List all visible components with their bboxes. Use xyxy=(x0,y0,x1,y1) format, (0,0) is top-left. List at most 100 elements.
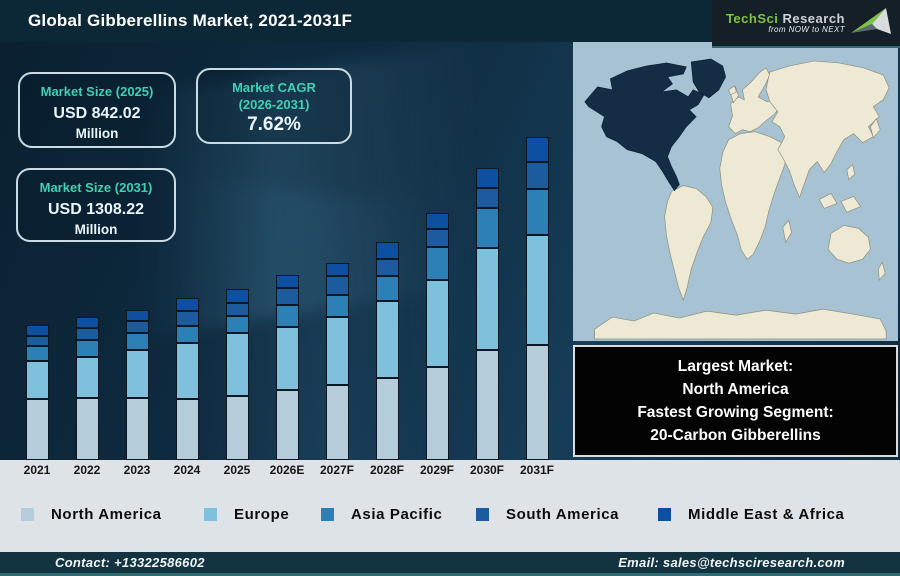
legend-label: North America xyxy=(51,506,162,523)
bar-segment-asia-pacific-2021 xyxy=(25,346,49,361)
bar-2026E xyxy=(275,275,299,460)
bar-2028F xyxy=(375,242,399,460)
bar-2029F xyxy=(425,213,449,460)
bar-segment-europe-2031F xyxy=(525,235,549,345)
continent-africa xyxy=(719,131,789,260)
logo-arrow-icon xyxy=(851,8,891,34)
bar-segment-north-america-2024 xyxy=(175,399,199,460)
footer-bar: Contact: +13322586602 Email: sales@techs… xyxy=(0,552,900,576)
logo-tagline: from NOW to NEXT xyxy=(768,24,845,34)
bar-segment-middle-east-africa-2022 xyxy=(75,317,99,328)
x-axis-label-2024: 2024 xyxy=(173,463,201,477)
continent-asia xyxy=(765,60,890,199)
stat-label: Market CAGR xyxy=(232,80,316,95)
continent-antarctica xyxy=(594,308,887,340)
bar-segment-south-america-2030F xyxy=(475,188,499,208)
bar-segment-south-america-2026E xyxy=(275,288,299,305)
bar-segment-europe-2030F xyxy=(475,248,499,350)
bar-2030F xyxy=(475,168,499,460)
bar-2031F xyxy=(525,137,549,460)
bar-segment-north-america-2021 xyxy=(25,399,49,460)
fastest-segment-value: 20-Carbon Gibberellins xyxy=(650,427,821,444)
bar-segment-north-america-2025 xyxy=(225,396,249,460)
bar-segment-north-america-2029F xyxy=(425,367,449,460)
stat-box-market-cagr: Market CAGR (2026-2031) 7.62% xyxy=(196,68,352,144)
bar-segment-north-america-2022 xyxy=(75,398,99,460)
largest-market-label: Largest Market: xyxy=(677,358,794,375)
continent-north-america-highlighted xyxy=(584,62,705,192)
stat-unit: Million xyxy=(74,222,118,237)
bar-segment-north-america-2027F xyxy=(325,385,349,460)
legend-swatch xyxy=(476,508,489,521)
stat-box-market-size-2025: Market Size (2025) USD 842.02 Million xyxy=(18,72,176,148)
techsci-logo-text: TechSci Research from NOW to NEXT xyxy=(726,12,845,34)
legend-label: Middle East & Africa xyxy=(688,506,845,523)
bar-segment-europe-2024 xyxy=(175,343,199,399)
legend-label: Europe xyxy=(234,506,290,523)
stat-value: USD 1308.22 xyxy=(47,201,145,218)
bar-segment-middle-east-africa-2026E xyxy=(275,275,299,288)
x-axis-label-2030F: 2030F xyxy=(469,463,505,477)
stat-value: 7.62% xyxy=(247,114,301,135)
x-axis-label-2025: 2025 xyxy=(223,463,251,477)
bar-segment-south-america-2022 xyxy=(75,328,99,340)
world-map-svg xyxy=(584,58,890,340)
stat-box-market-size-2031: Market Size (2031) USD 1308.22 Million xyxy=(16,168,176,242)
legend-swatch xyxy=(21,508,34,521)
footer-contact: Contact: +13322586602 xyxy=(55,555,205,570)
bar-segment-europe-2029F xyxy=(425,280,449,367)
bar-segment-north-america-2023 xyxy=(125,398,149,460)
x-axis-label-2028F: 2028F xyxy=(369,463,405,477)
bar-2022 xyxy=(75,317,99,460)
legend-item-south-america: South America xyxy=(476,506,619,523)
bar-segment-europe-2025 xyxy=(225,333,249,396)
chart-panel: Market Size (2025) USD 842.02 Million Ma… xyxy=(0,42,900,460)
bar-segment-europe-2022 xyxy=(75,357,99,398)
island-madagascar xyxy=(782,219,793,244)
x-axis-label-2023: 2023 xyxy=(123,463,151,477)
legend-label: Asia Pacific xyxy=(351,506,443,523)
x-axis-label-2021: 2021 xyxy=(23,463,51,477)
legend-item-europe: Europe xyxy=(204,506,289,523)
bar-segment-north-america-2026E xyxy=(275,390,299,460)
legend-swatch xyxy=(321,508,334,521)
bar-segment-middle-east-africa-2029F xyxy=(425,213,449,229)
logo-brand-primary: TechSci xyxy=(725,10,779,26)
legend-swatch xyxy=(658,508,671,521)
bar-segment-south-america-2023 xyxy=(125,321,149,333)
bar-segment-middle-east-africa-2021 xyxy=(25,325,49,336)
continent-south-america xyxy=(664,185,714,302)
continent-australia xyxy=(827,225,871,264)
bar-segment-south-america-2029F xyxy=(425,229,449,247)
stat-unit: Million xyxy=(75,126,119,141)
bar-segment-south-america-2027F xyxy=(325,276,349,295)
bottom-band: 2021 2022 2023 2024 2025 2026E 2027F 2028F 2029F… xyxy=(0,460,900,552)
bar-segment-middle-east-africa-2024 xyxy=(175,298,199,311)
bar-2023 xyxy=(125,310,149,460)
bar-segment-middle-east-africa-2030F xyxy=(475,168,499,188)
bar-segment-europe-2027F xyxy=(325,317,349,385)
bar-segment-middle-east-africa-2031F xyxy=(525,137,549,162)
stat-label: Market Size (2031) xyxy=(39,180,153,195)
page-title: Global Gibberellins Market, 2021-2031F xyxy=(28,11,353,30)
stat-value: USD 842.02 xyxy=(53,105,141,122)
bar-segment-europe-2028F xyxy=(375,301,399,378)
bar-segment-north-america-2030F xyxy=(475,350,499,460)
bar-segment-asia-pacific-2025 xyxy=(225,316,249,333)
stat-label: Market Size (2025) xyxy=(40,84,154,99)
bar-2024 xyxy=(175,298,199,460)
bar-segment-asia-pacific-2023 xyxy=(125,333,149,350)
x-axis-label-2027F: 2027F xyxy=(319,463,355,477)
techsci-logo: TechSci Research from NOW to NEXT xyxy=(712,0,900,48)
stat-label: (2026-2031) xyxy=(238,97,310,112)
world-map xyxy=(573,42,898,341)
bar-segment-middle-east-africa-2027F xyxy=(325,263,349,276)
legend-swatch xyxy=(204,508,217,521)
bar-segment-middle-east-africa-2025 xyxy=(225,289,249,303)
bar-segment-south-america-2024 xyxy=(175,311,199,326)
bar-segment-middle-east-africa-2028F xyxy=(375,242,399,259)
bar-segment-europe-2021 xyxy=(25,361,49,399)
legend-item-north-america: North America xyxy=(21,506,162,523)
islands-southeast-asia xyxy=(818,163,862,213)
bar-segment-south-america-2025 xyxy=(225,303,249,316)
